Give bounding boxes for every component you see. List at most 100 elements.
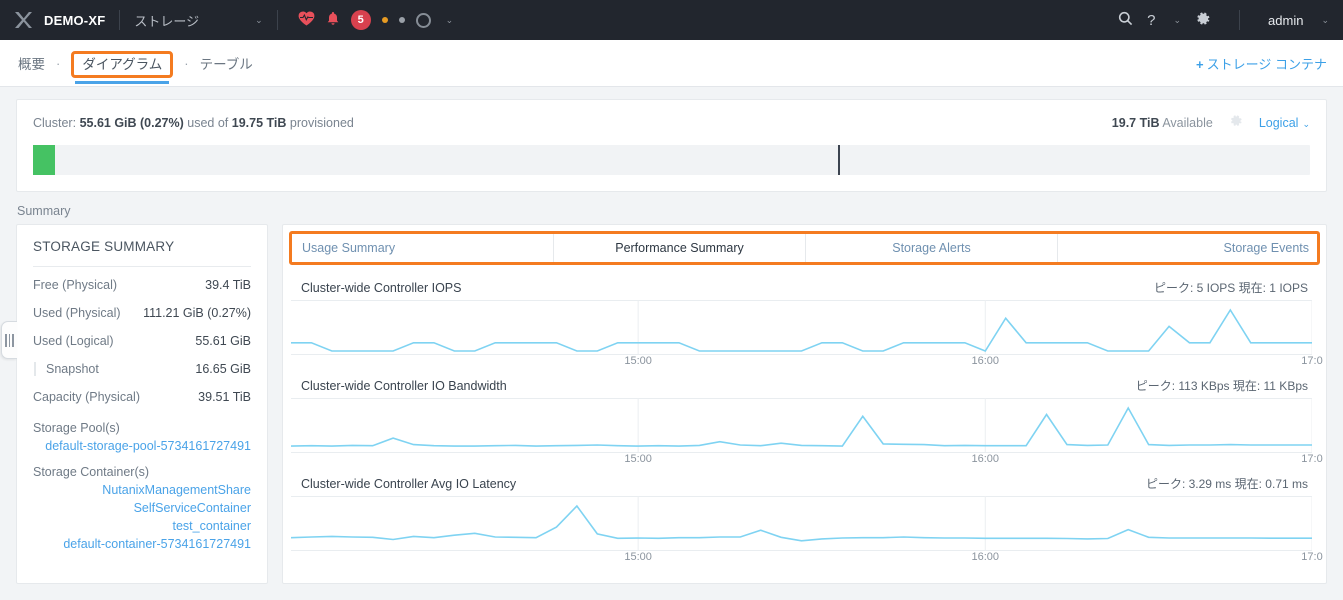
tab-storage-alerts[interactable]: Storage Alerts <box>806 234 1058 262</box>
storage-summary-row: Capacity (Physical) 39.51 TiB <box>33 383 251 411</box>
sidebar-drawer-handle[interactable] <box>1 321 17 359</box>
chart-plot-area[interactable] <box>291 300 1312 355</box>
chart-stats: ピーク: 3.29 ms 現在: 0.71 ms <box>1145 477 1308 491</box>
add-storage-container-button[interactable]: + ストレージ コンテナ <box>1196 54 1327 73</box>
add-storage-container-label: ストレージ コンテナ <box>1206 56 1327 72</box>
axis-tick-label: 15:00 <box>624 551 652 563</box>
chart-stats: ピーク: 113 KBps 現在: 11 KBps <box>1135 379 1308 393</box>
axis-tick-label: 16:00 <box>971 551 1000 563</box>
storage-container-link[interactable]: default-container-5734161727491 <box>33 535 251 553</box>
chart-block: Cluster-wide Controller IOPS ピーク: 5 IOPS … <box>291 279 1323 371</box>
chart-svg <box>291 496 1312 551</box>
chart-title: Cluster-wide Controller IO Bandwidth <box>301 379 507 393</box>
storage-summary-row: Snapshot 16.65 GiB <box>33 355 251 383</box>
cluster-available-value: 19.7 TiB <box>1111 115 1160 130</box>
divider <box>33 266 251 267</box>
storage-summary-key: Used (Physical) <box>33 306 121 320</box>
active-tab-underline <box>75 81 170 84</box>
bell-icon[interactable] <box>326 11 340 29</box>
nutanix-x-logo-icon[interactable] <box>10 7 36 33</box>
tab-performance-summary[interactable]: Performance Summary <box>554 234 806 262</box>
warning-dot-icon <box>381 17 388 23</box>
info-dot-icon <box>398 17 405 23</box>
tab-usage-summary[interactable]: Usage Summary <box>292 234 554 262</box>
header-divider-3 <box>1239 10 1241 30</box>
tab-overview[interactable]: 概要 <box>16 51 47 75</box>
chart-header: Cluster-wide Controller IO Bandwidth ピーク:… <box>291 377 1312 398</box>
capacity-view-mode-label: Logical <box>1258 115 1299 130</box>
chart-svg <box>291 300 1312 355</box>
alert-count-badge[interactable]: 5 <box>350 10 371 30</box>
storage-container-link[interactable]: test_container <box>33 517 251 535</box>
header-divider-2 <box>276 10 278 30</box>
storage-container-link[interactable]: SelfServiceContainer <box>33 499 251 517</box>
storage-pools-label: Storage Pool(s) <box>33 421 120 435</box>
search-icon[interactable] <box>1118 11 1133 29</box>
storage-pools-list: default-storage-pool-5734161727491 <box>33 437 251 455</box>
chevron-down-icon[interactable]: ⌄ <box>1321 15 1329 26</box>
summary-tabbar-highlight: Usage Summary Performance Summary Storage … <box>289 231 1320 265</box>
plus-icon: + <box>1196 56 1204 72</box>
storage-summary-value: 39.51 TiB <box>198 390 251 404</box>
gear-icon[interactable] <box>1229 114 1243 131</box>
gear-icon[interactable] <box>1195 11 1211 30</box>
header-divider-1 <box>119 10 121 30</box>
drawer-bar <box>12 333 14 347</box>
storage-summary-key: Snapshot <box>33 362 99 376</box>
cluster-provisioned-value: 19.75 TiB <box>231 115 287 130</box>
chart-block: Cluster-wide Controller IO Bandwidth ピーク:… <box>291 377 1323 469</box>
storage-pool-link[interactable]: default-storage-pool-5734161727491 <box>33 437 251 455</box>
chart-plot-area[interactable] <box>291 496 1312 551</box>
chevron-down-icon[interactable]: ⌄ <box>446 15 454 26</box>
cluster-available-label: Available <box>1162 115 1213 130</box>
help-question-icon[interactable]: ? <box>1147 13 1155 28</box>
chart-x-axis: 15:00 16:00 17:0 <box>291 551 1322 567</box>
storage-containers-label: Storage Container(s) <box>33 465 150 479</box>
drawer-bar <box>8 333 11 347</box>
top-header-bar: DEMO-XF ストレージ ⌄ 5 ⌄ ? ⌄ admin ⌄ <box>0 0 1343 40</box>
summary-tabbar: Usage Summary Performance Summary Storage … <box>292 234 1317 262</box>
tab-diagram[interactable]: ダイアグラム <box>69 51 175 84</box>
summary-panels: STORAGE SUMMARY Free (Physical) 39.4 TiB U… <box>1 224 1327 584</box>
storage-summary-row: Free (Physical) 39.4 TiB <box>33 271 251 299</box>
storage-summary-row: Used (Logical) 55.61 GiB <box>33 327 251 355</box>
heart-pulse-icon[interactable] <box>298 11 315 29</box>
axis-tick-label: 17:0 <box>1301 551 1323 563</box>
chart-plot-area[interactable] <box>291 398 1312 453</box>
summary-section-label: Summary <box>17 204 71 218</box>
cluster-brand-name: DEMO-XF <box>44 12 106 28</box>
capacity-view-mode-selector[interactable]: Logical ⌄ <box>1259 116 1310 130</box>
axis-tick-label: 15:00 <box>624 355 652 367</box>
entity-selector-label[interactable]: ストレージ <box>134 11 199 30</box>
chevron-down-icon[interactable]: ⌄ <box>1173 15 1181 26</box>
storage-summary-row: Used (Physical) 111.21 GiB (0.27%) <box>33 299 251 327</box>
chart-x-axis: 15:00 16:00 17:0 <box>291 355 1322 371</box>
tab-storage-events[interactable]: Storage Events <box>1058 234 1317 262</box>
chart-stats: ピーク: 5 IOPS 現在: 1 IOPS <box>1153 281 1308 295</box>
axis-tick-label: 17:0 <box>1301 453 1323 465</box>
task-ring-icon[interactable] <box>415 12 431 28</box>
cluster-prefix: Cluster: <box>33 115 77 130</box>
cluster-used-of: used of <box>187 115 229 130</box>
cluster-used-value: 55.61 GiB (0.27%) <box>79 115 184 130</box>
performance-charts: Cluster-wide Controller IOPS ピーク: 5 IOPS … <box>283 265 1326 583</box>
chart-title: Cluster-wide Controller Avg IO Latency <box>301 477 517 491</box>
chart-svg <box>291 398 1312 453</box>
cluster-capacity-card: Cluster: 55.61 GiB (0.27%) used of 19.75… <box>16 99 1327 192</box>
sub-navigation-bar: 概要 · ダイアグラム · テーブル + ストレージ コンテナ <box>0 40 1343 87</box>
breadcrumb: 概要 · ダイアグラム · テーブル <box>16 51 255 84</box>
storage-summary-value: 111.21 GiB (0.27%) <box>143 306 251 320</box>
capacity-bar-marker <box>837 145 840 175</box>
storage-container-link[interactable]: NutanixManagementShare <box>33 481 251 499</box>
storage-summary-value: 16.65 GiB <box>195 362 251 376</box>
tab-table[interactable]: テーブル <box>198 51 255 75</box>
chart-header: Cluster-wide Controller Avg IO Latency ピー… <box>291 475 1312 496</box>
user-menu-label[interactable]: admin <box>1268 13 1303 28</box>
performance-summary-panel: Usage Summary Performance Summary Storage … <box>282 224 1327 584</box>
chevron-down-icon[interactable]: ⌄ <box>255 15 263 26</box>
storage-summary-value: 55.61 GiB <box>195 334 251 348</box>
axis-tick-label: 17:0 <box>1301 355 1323 367</box>
chevron-down-icon: ⌄ <box>1302 118 1310 129</box>
breadcrumb-separator: · <box>184 55 189 71</box>
tab-diagram-label: ダイアグラム <box>71 51 174 78</box>
